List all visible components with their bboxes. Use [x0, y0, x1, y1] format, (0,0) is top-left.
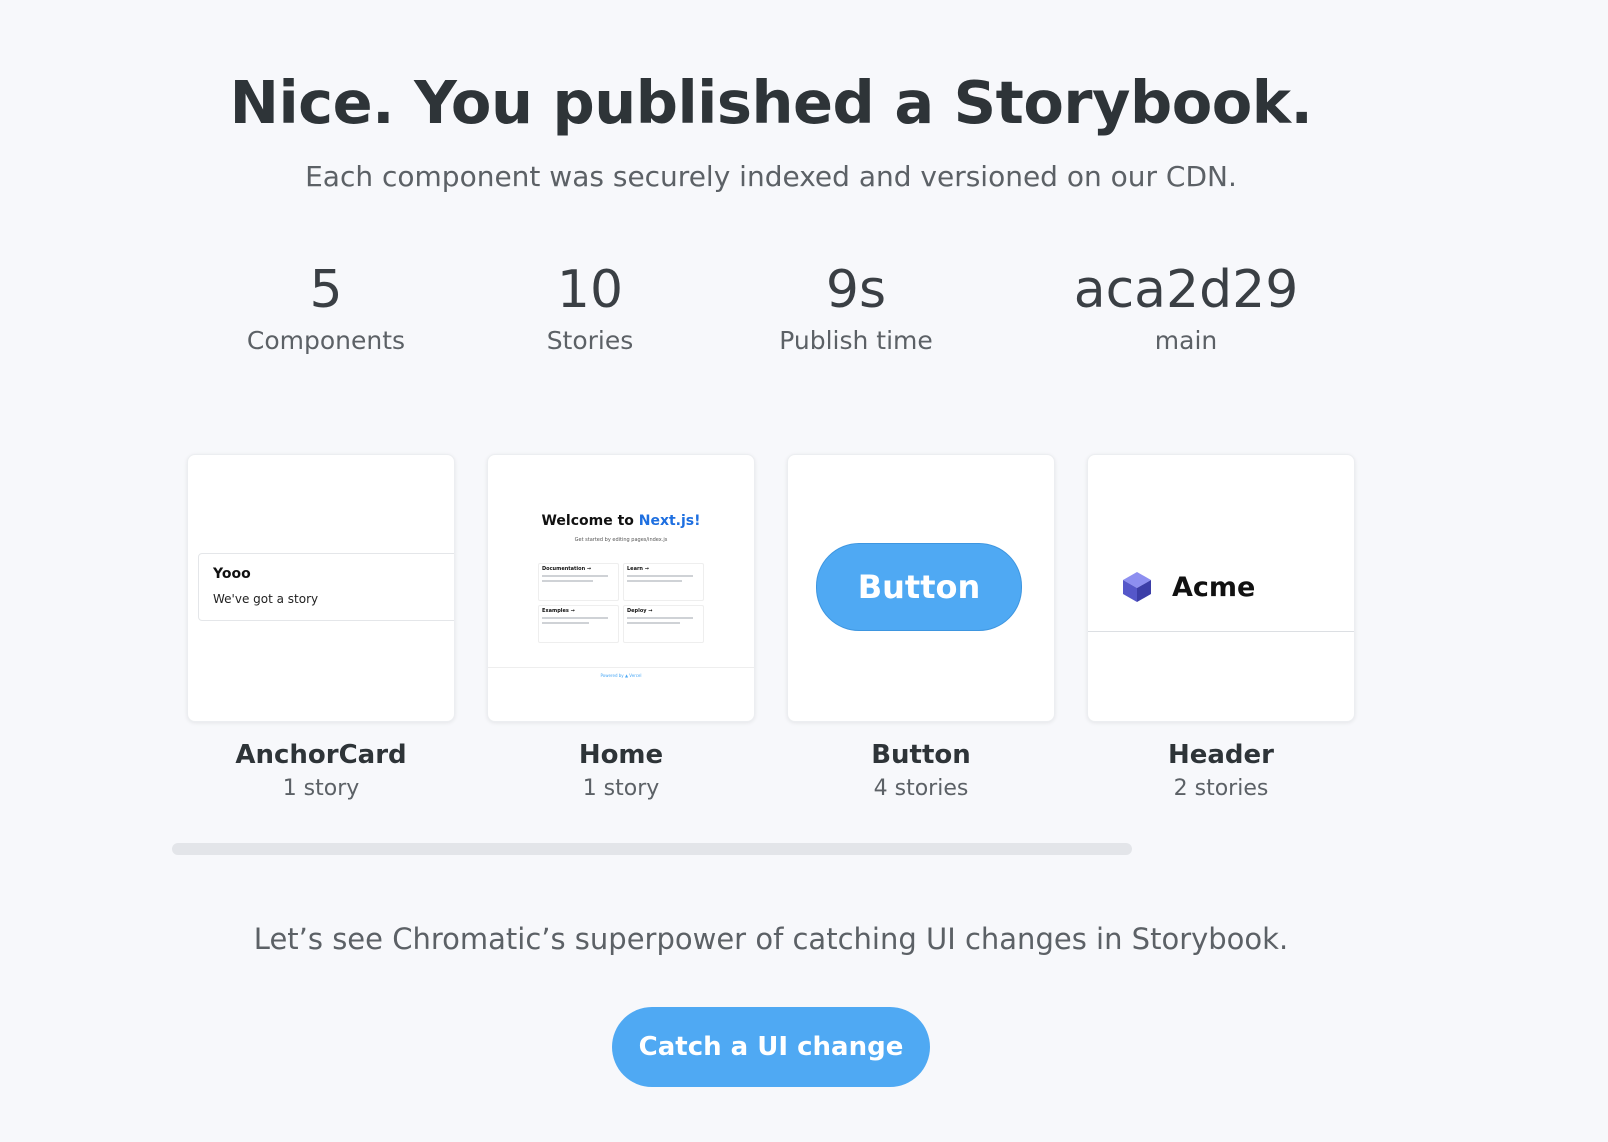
home-preview-footer: Powered by ▲ Vercel — [600, 673, 642, 678]
component-thumbnail[interactable]: Welcome to Next.js! Get started by editi… — [487, 454, 755, 722]
home-preview-heading: Welcome to Next.js! — [488, 513, 754, 529]
stat-value: 10 — [556, 260, 624, 320]
header-preview-brand: Acme — [1120, 567, 1255, 607]
home-preview-cell: Learn → — [623, 563, 704, 601]
anchor-card-title: Yooo — [213, 566, 251, 582]
component-name: AnchorCard — [235, 740, 407, 770]
home-cell-title: Learn → — [627, 566, 649, 572]
component-name: Header — [1167, 740, 1274, 770]
page-title: Nice. You published a Storybook. — [229, 68, 1313, 137]
stat-value: aca2d29 — [1073, 260, 1299, 320]
stat-label: Publish time — [779, 326, 933, 355]
component-name: Home — [578, 740, 664, 770]
component-name: Button — [871, 740, 971, 770]
page-subtitle: Each component was securely indexed and … — [305, 160, 1237, 193]
home-preview-subtitle: Get started by editing pages/index.js — [574, 537, 668, 543]
stat-components: 5 Components — [196, 258, 456, 355]
home-cell-text-line — [542, 580, 594, 582]
home-cell-title: Deploy → — [627, 608, 653, 614]
home-preview-grid: Documentation → Learn → Examples → Deplo… — [538, 563, 704, 643]
component-thumbnail[interactable]: Yooo We've got a story — [187, 454, 455, 722]
home-cell-text-line — [627, 622, 680, 624]
home-footer-divider — [488, 667, 754, 668]
header-preview-divider — [1088, 631, 1354, 632]
stat-label: main — [1154, 326, 1218, 355]
home-cell-text-line — [542, 617, 608, 619]
home-preview-cell: Examples → — [538, 605, 619, 643]
stat-stories: 10 Stories — [460, 258, 720, 355]
stat-value: 5 — [309, 260, 343, 320]
home-preview-cell: Documentation → — [538, 563, 619, 601]
home-preview-cell: Deploy → — [623, 605, 704, 643]
home-heading-accent: Next.js! — [638, 513, 701, 529]
component-thumbnail[interactable]: Acme — [1087, 454, 1355, 722]
button-preview: Button — [816, 543, 1022, 631]
stat-label: Stories — [546, 326, 634, 355]
component-card-header[interactable]: Acme Header 2 stories — [1087, 454, 1355, 801]
home-cell-title: Documentation → — [542, 566, 592, 572]
home-cell-title: Examples → — [542, 608, 575, 614]
component-story-count: 4 stories — [873, 776, 969, 801]
home-cell-text-line — [627, 580, 682, 582]
cta-description: Let’s see Chromatic’s superpower of catc… — [253, 922, 1289, 956]
component-story-count: 2 stories — [1173, 776, 1269, 801]
catch-ui-change-button[interactable]: Catch a UI change — [612, 1007, 930, 1087]
component-card-home[interactable]: Welcome to Next.js! Get started by editi… — [487, 454, 755, 801]
anchor-card-preview: Yooo We've got a story — [198, 553, 454, 621]
horizontal-scrollbar[interactable] — [172, 843, 1132, 855]
component-card-button[interactable]: Button Button 4 stories — [787, 454, 1055, 801]
component-story-count: 1 story — [282, 776, 360, 801]
header-brand-name: Acme — [1172, 571, 1256, 603]
anchor-card-text: We've got a story — [213, 592, 319, 606]
stat-commit: aca2d29 main — [1056, 258, 1316, 355]
home-cell-text-line — [627, 617, 693, 619]
component-thumbnail[interactable]: Button — [787, 454, 1055, 722]
component-card-anchorcard[interactable]: Yooo We've got a story AnchorCard 1 stor… — [187, 454, 455, 801]
component-story-count: 1 story — [582, 776, 660, 801]
home-cell-text-line — [542, 622, 590, 624]
stat-label: Components — [246, 326, 406, 355]
cube-logo-icon — [1123, 572, 1151, 602]
home-heading-prefix: Welcome to — [541, 513, 639, 529]
stat-value: 9s — [825, 260, 887, 320]
home-cell-text-line — [542, 575, 608, 577]
stat-publish-time: 9s Publish time — [726, 258, 986, 355]
home-cell-text-line — [627, 575, 693, 577]
